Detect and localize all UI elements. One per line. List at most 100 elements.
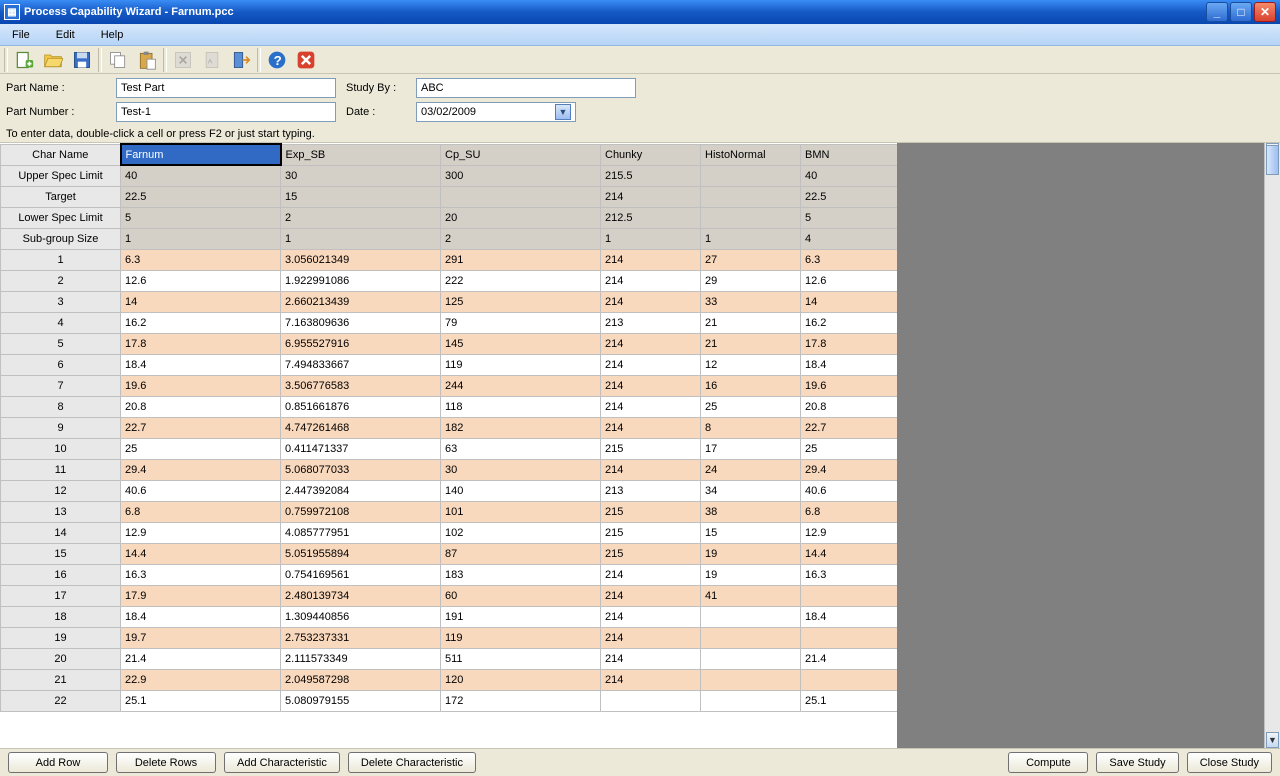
spec-cell[interactable]: 1 bbox=[121, 228, 281, 249]
data-cell[interactable]: 40.6 bbox=[801, 480, 898, 501]
row-header[interactable]: 4 bbox=[1, 312, 121, 333]
data-cell[interactable]: 214 bbox=[601, 375, 701, 396]
data-cell[interactable] bbox=[701, 669, 801, 690]
column-header[interactable]: Exp_SB bbox=[281, 144, 441, 165]
close-study-button[interactable]: Close Study bbox=[1187, 752, 1272, 773]
row-header[interactable]: 21 bbox=[1, 669, 121, 690]
row-header[interactable]: 11 bbox=[1, 459, 121, 480]
spec-cell[interactable]: 1 bbox=[601, 228, 701, 249]
data-cell[interactable]: 16.2 bbox=[801, 312, 898, 333]
data-cell[interactable]: 3.506776583 bbox=[281, 375, 441, 396]
data-cell[interactable]: 25 bbox=[121, 438, 281, 459]
data-cell[interactable]: 38 bbox=[701, 501, 801, 522]
data-cell[interactable]: 140 bbox=[441, 480, 601, 501]
data-cell[interactable]: 118 bbox=[441, 396, 601, 417]
scroll-down-icon[interactable]: ▼ bbox=[1266, 732, 1279, 748]
data-cell[interactable]: 101 bbox=[441, 501, 601, 522]
data-cell[interactable]: 213 bbox=[601, 480, 701, 501]
data-cell[interactable]: 20.8 bbox=[801, 396, 898, 417]
new-icon[interactable] bbox=[11, 48, 37, 72]
data-cell[interactable]: 0.411471337 bbox=[281, 438, 441, 459]
data-cell[interactable]: 214 bbox=[601, 417, 701, 438]
vertical-scrollbar[interactable]: ▲ ▼ bbox=[1264, 143, 1280, 748]
data-cell[interactable]: 119 bbox=[441, 354, 601, 375]
data-cell[interactable]: 145 bbox=[441, 333, 601, 354]
data-cell[interactable]: 17 bbox=[701, 438, 801, 459]
data-cell[interactable]: 60 bbox=[441, 585, 601, 606]
row-header[interactable]: 12 bbox=[1, 480, 121, 501]
data-cell[interactable]: 79 bbox=[441, 312, 601, 333]
data-cell[interactable] bbox=[701, 627, 801, 648]
spec-cell[interactable] bbox=[701, 165, 801, 186]
data-cell[interactable]: 25 bbox=[701, 396, 801, 417]
data-cell[interactable]: 119 bbox=[441, 627, 601, 648]
data-cell[interactable]: 16.3 bbox=[801, 564, 898, 585]
data-cell[interactable]: 2.049587298 bbox=[281, 669, 441, 690]
part-number-input[interactable] bbox=[116, 102, 336, 122]
row-header[interactable]: 1 bbox=[1, 249, 121, 270]
data-cell[interactable]: 5.068077033 bbox=[281, 459, 441, 480]
data-cell[interactable]: 63 bbox=[441, 438, 601, 459]
column-header[interactable]: HistoNormal bbox=[701, 144, 801, 165]
row-header[interactable]: 9 bbox=[1, 417, 121, 438]
data-cell[interactable]: 21 bbox=[701, 333, 801, 354]
data-cell[interactable]: 22.9 bbox=[121, 669, 281, 690]
paste-icon[interactable] bbox=[134, 48, 160, 72]
data-cell[interactable]: 17.8 bbox=[121, 333, 281, 354]
data-cell[interactable]: 18.4 bbox=[121, 606, 281, 627]
row-header[interactable]: 17 bbox=[1, 585, 121, 606]
data-cell[interactable]: 2.660213439 bbox=[281, 291, 441, 312]
data-cell[interactable]: 30 bbox=[441, 459, 601, 480]
spec-cell[interactable]: 300 bbox=[441, 165, 601, 186]
compute-button[interactable]: Compute bbox=[1008, 752, 1088, 773]
spec-cell[interactable]: 212.5 bbox=[601, 207, 701, 228]
spec-cell[interactable]: 5 bbox=[121, 207, 281, 228]
data-cell[interactable]: 183 bbox=[441, 564, 601, 585]
data-cell[interactable]: 7.163809636 bbox=[281, 312, 441, 333]
row-header[interactable]: 10 bbox=[1, 438, 121, 459]
data-cell[interactable]: 214 bbox=[601, 669, 701, 690]
data-cell[interactable]: 214 bbox=[601, 291, 701, 312]
data-cell[interactable]: 18.4 bbox=[801, 354, 898, 375]
data-cell[interactable]: 33 bbox=[701, 291, 801, 312]
data-cell[interactable]: 22.7 bbox=[801, 417, 898, 438]
data-cell[interactable]: 27 bbox=[701, 249, 801, 270]
data-cell[interactable]: 215 bbox=[601, 501, 701, 522]
data-cell[interactable]: 214 bbox=[601, 354, 701, 375]
spec-cell[interactable] bbox=[701, 186, 801, 207]
data-cell[interactable]: 21.4 bbox=[121, 648, 281, 669]
data-cell[interactable]: 214 bbox=[601, 627, 701, 648]
data-cell[interactable]: 214 bbox=[601, 585, 701, 606]
window-close-button[interactable]: ✕ bbox=[1254, 2, 1276, 22]
data-cell[interactable]: 16.2 bbox=[121, 312, 281, 333]
data-cell[interactable]: 214 bbox=[601, 249, 701, 270]
data-cell[interactable]: 22.7 bbox=[121, 417, 281, 438]
spec-cell[interactable]: 30 bbox=[281, 165, 441, 186]
data-cell[interactable]: 17.9 bbox=[121, 585, 281, 606]
spec-cell[interactable]: 4 bbox=[801, 228, 898, 249]
row-header[interactable]: 3 bbox=[1, 291, 121, 312]
data-cell[interactable]: 191 bbox=[441, 606, 601, 627]
data-cell[interactable]: 16.3 bbox=[121, 564, 281, 585]
spec-cell[interactable]: 22.5 bbox=[801, 186, 898, 207]
data-cell[interactable]: 25 bbox=[801, 438, 898, 459]
row-header[interactable]: 7 bbox=[1, 375, 121, 396]
data-cell[interactable]: 291 bbox=[441, 249, 601, 270]
data-cell[interactable]: 17.8 bbox=[801, 333, 898, 354]
data-cell[interactable]: 2.447392084 bbox=[281, 480, 441, 501]
menu-help[interactable]: Help bbox=[97, 27, 128, 43]
data-cell[interactable]: 244 bbox=[441, 375, 601, 396]
row-header[interactable]: 22 bbox=[1, 690, 121, 711]
data-cell[interactable]: 102 bbox=[441, 522, 601, 543]
copy-icon[interactable] bbox=[105, 48, 131, 72]
data-cell[interactable]: 29.4 bbox=[121, 459, 281, 480]
add-characteristic-button[interactable]: Add Characteristic bbox=[224, 752, 340, 773]
exit-icon[interactable] bbox=[228, 48, 254, 72]
spec-cell[interactable]: 2 bbox=[281, 207, 441, 228]
minimize-button[interactable]: _ bbox=[1206, 2, 1228, 22]
data-cell[interactable]: 4.747261468 bbox=[281, 417, 441, 438]
excel-icon[interactable] bbox=[170, 48, 196, 72]
data-cell[interactable]: 214 bbox=[601, 396, 701, 417]
spec-cell[interactable]: 15 bbox=[281, 186, 441, 207]
data-cell[interactable]: 222 bbox=[441, 270, 601, 291]
